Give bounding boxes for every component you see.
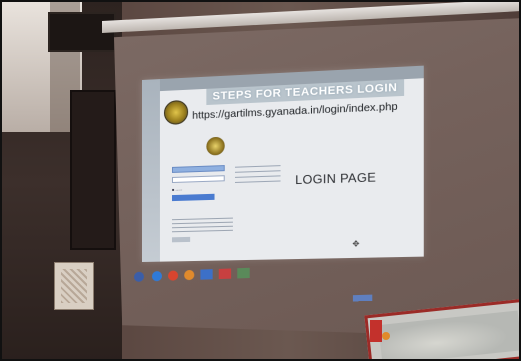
- password-field[interactable]: [171, 175, 225, 184]
- red-ribbon: [370, 320, 382, 342]
- remember-checkbox[interactable]: ■ ‐‐‐‐‐: [172, 185, 225, 192]
- login-form: ■ ‐‐‐‐‐: [171, 165, 225, 202]
- windows-start-icon[interactable]: [134, 271, 144, 282]
- photo-frame: STEPS FOR TEACHERS LOGIN https://gartilm…: [0, 0, 521, 361]
- orange-flower: [382, 332, 390, 340]
- folder-icon[interactable]: [200, 269, 213, 280]
- firefox-icon[interactable]: [184, 269, 195, 281]
- media-icon[interactable]: [218, 268, 232, 280]
- chrome-icon[interactable]: [168, 270, 179, 281]
- login-help-text: [234, 165, 281, 188]
- wall-poster: [54, 262, 94, 310]
- first-time-text: [171, 217, 233, 234]
- username-field[interactable]: [171, 165, 225, 173]
- move-cursor-icon: ✥: [352, 239, 360, 249]
- guest-button[interactable]: [171, 236, 191, 243]
- wall-frame-middle: [70, 90, 116, 250]
- site-logo-icon: [206, 136, 225, 156]
- browser-icon[interactable]: [151, 270, 162, 282]
- login-page-heading: LOGIN PAGE: [295, 170, 377, 188]
- login-button[interactable]: [171, 193, 215, 202]
- browser-sidebar: [142, 79, 160, 262]
- projected-slide: STEPS FOR TEACHERS LOGIN https://gartilm…: [142, 65, 424, 262]
- system-tray[interactable]: [352, 294, 373, 302]
- app-icon[interactable]: [237, 267, 250, 279]
- emblem-icon: [163, 99, 189, 126]
